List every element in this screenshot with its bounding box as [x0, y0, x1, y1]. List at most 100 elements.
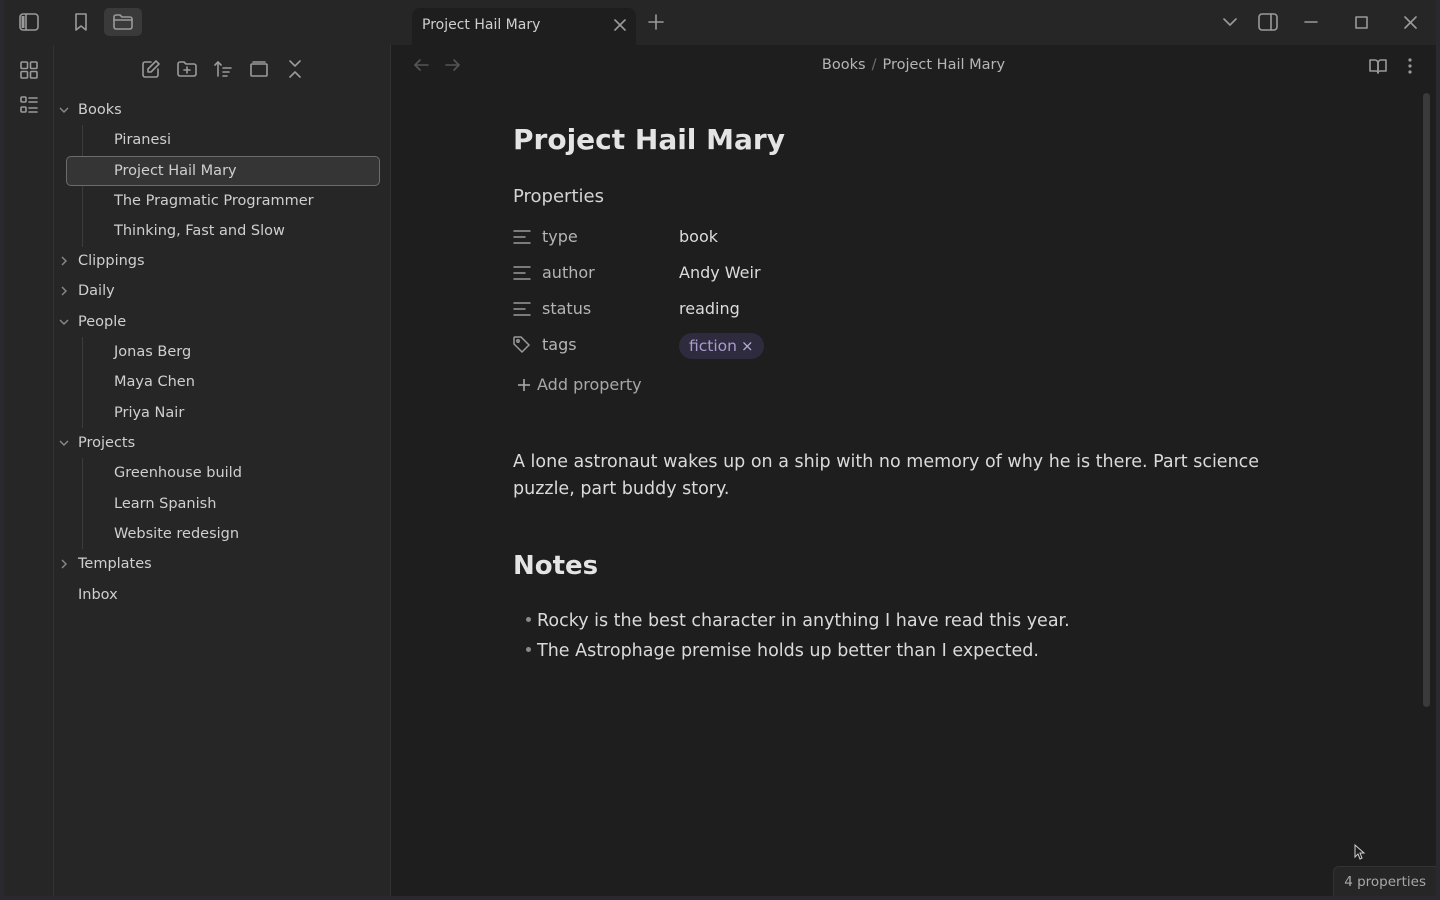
tree-label: The Pragmatic Programmer [114, 193, 314, 209]
breadcrumb-separator: / [871, 57, 877, 73]
tree-guide-people [82, 337, 83, 428]
folder-projects[interactable]: Projects [59, 428, 135, 458]
collapse-all-icon[interactable] [284, 58, 306, 80]
tree-label: Website redesign [114, 526, 240, 542]
list-item-text: Rocky is the best character in anything … [537, 611, 1070, 631]
tree-label: Piranesi [114, 132, 171, 148]
chevron-down-icon[interactable] [58, 437, 70, 449]
new-folder-icon[interactable] [176, 58, 198, 80]
tree-label: Learn Spanish [114, 496, 217, 512]
file-thinking-fast-and-slow[interactable]: Thinking, Fast and Slow [114, 216, 285, 246]
file-piranesi[interactable]: Piranesi [114, 125, 171, 155]
toggle-right-sidebar-icon[interactable] [1256, 10, 1280, 34]
breadcrumb: Books / Project Hail Mary [391, 57, 1436, 73]
tree-label: Books [78, 102, 122, 118]
text-lines-icon [513, 264, 531, 282]
property-tags[interactable]: tags fiction × [513, 329, 1113, 361]
app-window: Project Hail Mary Books Piranesi Project… [4, 0, 1436, 896]
list-item-text: The Astrophage premise holds up better t… [537, 641, 1039, 661]
tree-label: Inbox [78, 587, 118, 603]
tree-label: Maya Chen [114, 374, 195, 390]
text-lines-icon [513, 228, 531, 246]
folder-daily[interactable]: Daily [61, 276, 115, 306]
sort-icon[interactable] [212, 58, 234, 80]
tab-list-chevron-icon[interactable] [1220, 12, 1240, 32]
plus-icon [518, 378, 530, 391]
ribbon [4, 45, 54, 896]
close-window-icon[interactable] [1400, 12, 1420, 32]
chevron-right-icon[interactable] [58, 558, 70, 570]
tree-label: Daily [78, 283, 115, 299]
editor-pane: Books / Project Hail Mary Project Hail Mar… [391, 45, 1436, 896]
notes-heading[interactable]: Notes [513, 551, 598, 581]
tree-label: Templates [78, 556, 152, 572]
folder-templates[interactable]: Templates [61, 549, 152, 579]
chevron-down-icon[interactable] [58, 316, 70, 328]
property-author[interactable]: author Andy Weir [513, 257, 1113, 289]
file-the-pragmatic-programmer[interactable]: The Pragmatic Programmer [114, 186, 314, 216]
file-project-hail-mary[interactable]: Project Hail Mary [114, 156, 237, 186]
more-options-icon[interactable] [1399, 55, 1421, 77]
tags-icon [513, 336, 531, 354]
close-tab-icon[interactable] [610, 15, 630, 35]
file-greenhouse-build[interactable]: Greenhouse build [114, 458, 242, 488]
status-bar: 4 properties [1333, 866, 1436, 896]
file-maya-chen[interactable]: Maya Chen [114, 367, 195, 397]
file-jonas-berg[interactable]: Jonas Berg [114, 337, 191, 367]
tree-label: Priya Nair [114, 405, 185, 421]
chevron-down-icon[interactable] [58, 104, 70, 116]
tree-label: Clippings [78, 253, 145, 269]
maximize-icon[interactable] [1351, 12, 1371, 32]
minimize-icon[interactable] [1301, 12, 1321, 32]
folder-clippings[interactable]: Clippings [61, 246, 145, 276]
bases-icon[interactable] [17, 93, 41, 117]
breadcrumb-current[interactable]: Project Hail Mary [882, 57, 1005, 73]
add-property-label: Add property [537, 375, 642, 394]
breadcrumb-parent[interactable]: Books [822, 57, 866, 73]
tag-label[interactable]: fiction [689, 337, 737, 355]
folder-icon[interactable] [104, 8, 142, 36]
property-type[interactable]: type book [513, 221, 1113, 253]
new-tab-icon[interactable] [646, 12, 666, 32]
canvas-icon[interactable] [17, 58, 41, 82]
list-item[interactable]: Rocky is the best character in anything … [526, 611, 1070, 631]
file-learn-spanish[interactable]: Learn Spanish [114, 489, 216, 519]
property-count[interactable]: 4 properties [1344, 874, 1426, 890]
auto-reveal-icon[interactable] [248, 58, 270, 80]
file-inbox[interactable]: Inbox [78, 580, 118, 610]
tree-label: Thinking, Fast and Slow [114, 223, 285, 239]
remove-tag-icon[interactable]: × [741, 337, 754, 355]
tree-label: People [78, 314, 127, 330]
add-property-button[interactable]: Add property [517, 375, 642, 394]
property-key[interactable]: author [542, 263, 595, 282]
new-note-icon[interactable] [140, 58, 162, 80]
file-explorer: Books Piranesi Project Hail Mary The Pra… [54, 45, 391, 896]
chevron-right-icon[interactable] [58, 285, 70, 297]
folder-books[interactable]: Books [59, 95, 122, 125]
tag-pill[interactable]: fiction × [679, 333, 764, 359]
chevron-right-icon[interactable] [58, 255, 70, 267]
tree-label: Greenhouse build [114, 465, 242, 481]
property-key[interactable]: type [542, 227, 578, 246]
property-value[interactable]: Andy Weir [679, 263, 761, 282]
folder-people[interactable]: People [59, 307, 127, 337]
note-title[interactable]: Project Hail Mary [513, 123, 785, 156]
scrollbar[interactable] [1423, 93, 1430, 707]
tree-label: Jonas Berg [114, 344, 192, 360]
property-key[interactable]: status [542, 299, 591, 318]
list-item[interactable]: The Astrophage premise holds up better t… [526, 641, 1039, 661]
reading-view-icon[interactable] [1367, 55, 1389, 77]
property-key[interactable]: tags [542, 335, 577, 354]
tab-project-hail-mary[interactable]: Project Hail Mary [412, 8, 636, 45]
property-status[interactable]: status reading [513, 293, 1113, 325]
file-priya-nair[interactable]: Priya Nair [114, 398, 184, 428]
tab-title: Project Hail Mary [422, 17, 541, 33]
properties-heading[interactable]: Properties [513, 186, 604, 207]
toggle-left-sidebar-icon[interactable] [16, 10, 42, 34]
note-paragraph[interactable]: A lone astronaut wakes up on a ship with… [513, 449, 1313, 503]
bookmark-icon[interactable] [68, 10, 94, 34]
mouse-cursor-icon [1354, 843, 1366, 864]
property-value[interactable]: reading [679, 299, 740, 318]
file-website-redesign[interactable]: Website redesign [114, 519, 239, 549]
property-value[interactable]: book [679, 227, 718, 246]
